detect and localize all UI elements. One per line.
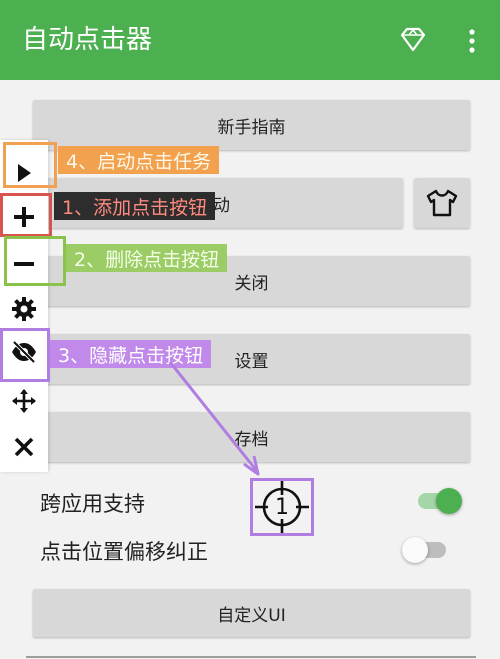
tshirt-icon xyxy=(426,189,458,217)
more-vert-icon[interactable] xyxy=(460,26,484,56)
floating-toolbar xyxy=(0,140,48,472)
app-title: 自动点击器 xyxy=(22,25,153,55)
annotation-arrow xyxy=(168,361,260,476)
divider xyxy=(26,656,476,658)
click-target-number: 1 xyxy=(275,494,289,520)
move-icon[interactable] xyxy=(6,383,42,419)
skin-button[interactable] xyxy=(414,178,470,228)
annotation-frame-hide xyxy=(0,328,50,382)
annotation-start-task: 4、启动点击任务 xyxy=(58,146,220,174)
annotation-add-button: 1、添加点击按钮 xyxy=(54,192,216,220)
diamond-icon[interactable] xyxy=(398,26,428,54)
gear-icon[interactable] xyxy=(6,291,42,327)
offset-correction-label: 点击位置偏移纠正 xyxy=(40,540,208,564)
click-target[interactable]: 1 xyxy=(253,481,311,533)
annotation-remove-button: 2、删除点击按钮 xyxy=(66,244,228,272)
annotation-frame-start xyxy=(3,142,57,188)
cross-app-switch[interactable] xyxy=(416,486,462,516)
guide-button[interactable]: 新手指南 xyxy=(33,100,470,150)
custom-ui-button[interactable]: 自定义UI xyxy=(33,589,470,637)
cross-app-label: 跨应用支持 xyxy=(40,492,145,516)
annotation-frame-remove xyxy=(4,236,66,286)
offset-correction-switch[interactable] xyxy=(402,535,448,565)
app-bar: 自动点击器 xyxy=(0,0,500,80)
annotation-frame-add xyxy=(0,193,52,237)
close-icon[interactable] xyxy=(6,429,42,465)
start-button-label: 动 xyxy=(213,195,230,216)
